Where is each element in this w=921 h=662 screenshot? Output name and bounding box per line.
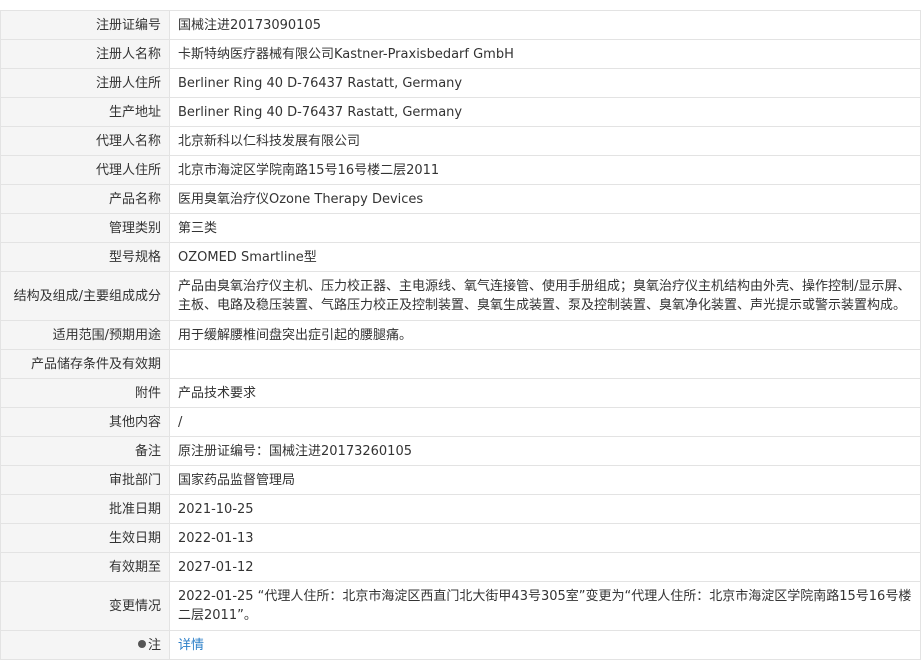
note-label: 注 — [147, 637, 161, 653]
row-label: 管理类别 — [0, 213, 170, 243]
row-label: 代理人住所 — [0, 155, 170, 185]
detail-row-product-name: 产品名称 医用臭氧治疗仪Ozone Therapy Devices — [0, 184, 921, 214]
row-value: 北京新科以仁科技发展有限公司 — [169, 126, 921, 156]
row-label: 型号规格 — [0, 242, 170, 272]
row-label: 有效期至 — [0, 552, 170, 582]
row-label: 其他内容 — [0, 407, 170, 437]
row-label: 适用范围/预期用途 — [0, 320, 170, 350]
detail-row-registrant-address: 注册人住所 Berliner Ring 40 D-76437 Rastatt, … — [0, 68, 921, 98]
detail-row-intended-use: 适用范围/预期用途 用于缓解腰椎间盘突出症引起的腰腿痛。 — [0, 320, 921, 350]
row-value: Berliner Ring 40 D-76437 Rastatt, German… — [169, 68, 921, 98]
detail-row-agent-address: 代理人住所 北京市海淀区学院南路15号16号楼二层2011 — [0, 155, 921, 185]
detail-row-storage-validity: 产品储存条件及有效期 — [0, 349, 921, 379]
row-value: 2022-01-25 “代理人住所：北京市海淀区西直门北大街甲43号305室”变… — [169, 581, 921, 631]
row-value: 原注册证编号：国械注进20173260105 — [169, 436, 921, 466]
row-value: 用于缓解腰椎间盘突出症引起的腰腿痛。 — [169, 320, 921, 350]
detail-row-note: 注 详情 — [0, 630, 921, 660]
detail-row-agent-name: 代理人名称 北京新科以仁科技发展有限公司 — [0, 126, 921, 156]
detail-row-management-category: 管理类别 第三类 — [0, 213, 921, 243]
row-value: 卡斯特纳医疗器械有限公司Kastner-Praxisbedarf GmbH — [169, 39, 921, 69]
row-label: 注册人名称 — [0, 39, 170, 69]
detail-row-production-address: 生产地址 Berliner Ring 40 D-76437 Rastatt, G… — [0, 97, 921, 127]
detail-row-change-history: 变更情况 2022-01-25 “代理人住所：北京市海淀区西直门北大街甲43号3… — [0, 581, 921, 631]
detail-row-attachment: 附件 产品技术要求 — [0, 378, 921, 408]
row-label: 注册证编号 — [0, 10, 170, 40]
detail-row-other-content: 其他内容 / — [0, 407, 921, 437]
row-label: 审批部门 — [0, 465, 170, 495]
row-label: 变更情况 — [0, 581, 170, 631]
dot-icon — [137, 639, 146, 648]
detail-table-body: 注册证编号 国械注进20173090105 注册人名称 卡斯特纳医疗器械有限公司… — [0, 10, 921, 660]
details-link[interactable]: 详情 — [178, 638, 204, 653]
row-label: 批准日期 — [0, 494, 170, 524]
detail-row-approval-date: 批准日期 2021-10-25 — [0, 494, 921, 524]
row-label: 产品名称 — [0, 184, 170, 214]
row-label: 备注 — [0, 436, 170, 466]
row-value: 医用臭氧治疗仪Ozone Therapy Devices — [169, 184, 921, 214]
detail-row-registration-number: 注册证编号 国械注进20173090105 — [0, 10, 921, 40]
row-value — [169, 349, 921, 379]
detail-row-structure-composition: 结构及组成/主要组成成分 产品由臭氧治疗仪主机、压力校正器、主电源线、氧气连接管… — [0, 271, 921, 321]
row-value: 产品技术要求 — [169, 378, 921, 408]
row-label: 结构及组成/主要组成成分 — [0, 271, 170, 321]
detail-row-approval-department: 审批部门 国家药品监督管理局 — [0, 465, 921, 495]
registration-detail-page: 注册证编号 国械注进20173090105 注册人名称 卡斯特纳医疗器械有限公司… — [0, 0, 921, 662]
row-value: 第三类 — [169, 213, 921, 243]
row-label: 附件 — [0, 378, 170, 408]
row-value: / — [169, 407, 921, 437]
row-value: 产品由臭氧治疗仪主机、压力校正器、主电源线、氧气连接管、使用手册组成；臭氧治疗仪… — [169, 271, 921, 321]
row-label: 代理人名称 — [0, 126, 170, 156]
row-value: 2022-01-13 — [169, 523, 921, 553]
row-label: 生效日期 — [0, 523, 170, 553]
row-label: 产品储存条件及有效期 — [0, 349, 170, 379]
row-value: 国械注进20173090105 — [169, 10, 921, 40]
row-label: 注册人住所 — [0, 68, 170, 98]
registration-detail-table: 注册证编号 国械注进20173090105 注册人名称 卡斯特纳医疗器械有限公司… — [0, 10, 921, 660]
row-value: 北京市海淀区学院南路15号16号楼二层2011 — [169, 155, 921, 185]
row-value: Berliner Ring 40 D-76437 Rastatt, German… — [169, 97, 921, 127]
detail-row-registrant-name: 注册人名称 卡斯特纳医疗器械有限公司Kastner-Praxisbedarf G… — [0, 39, 921, 69]
row-value: 国家药品监督管理局 — [169, 465, 921, 495]
note-value-cell: 详情 — [169, 630, 921, 660]
note-label-cell: 注 — [0, 630, 170, 660]
detail-row-remarks: 备注 原注册证编号：国械注进20173260105 — [0, 436, 921, 466]
detail-row-model-spec: 型号规格 OZOMED Smartline型 — [0, 242, 921, 272]
detail-row-expiry-date: 有效期至 2027-01-12 — [0, 552, 921, 582]
row-value: 2021-10-25 — [169, 494, 921, 524]
row-label: 生产地址 — [0, 97, 170, 127]
row-value: OZOMED Smartline型 — [169, 242, 921, 272]
row-value: 2027-01-12 — [169, 552, 921, 582]
detail-row-effective-date: 生效日期 2022-01-13 — [0, 523, 921, 553]
